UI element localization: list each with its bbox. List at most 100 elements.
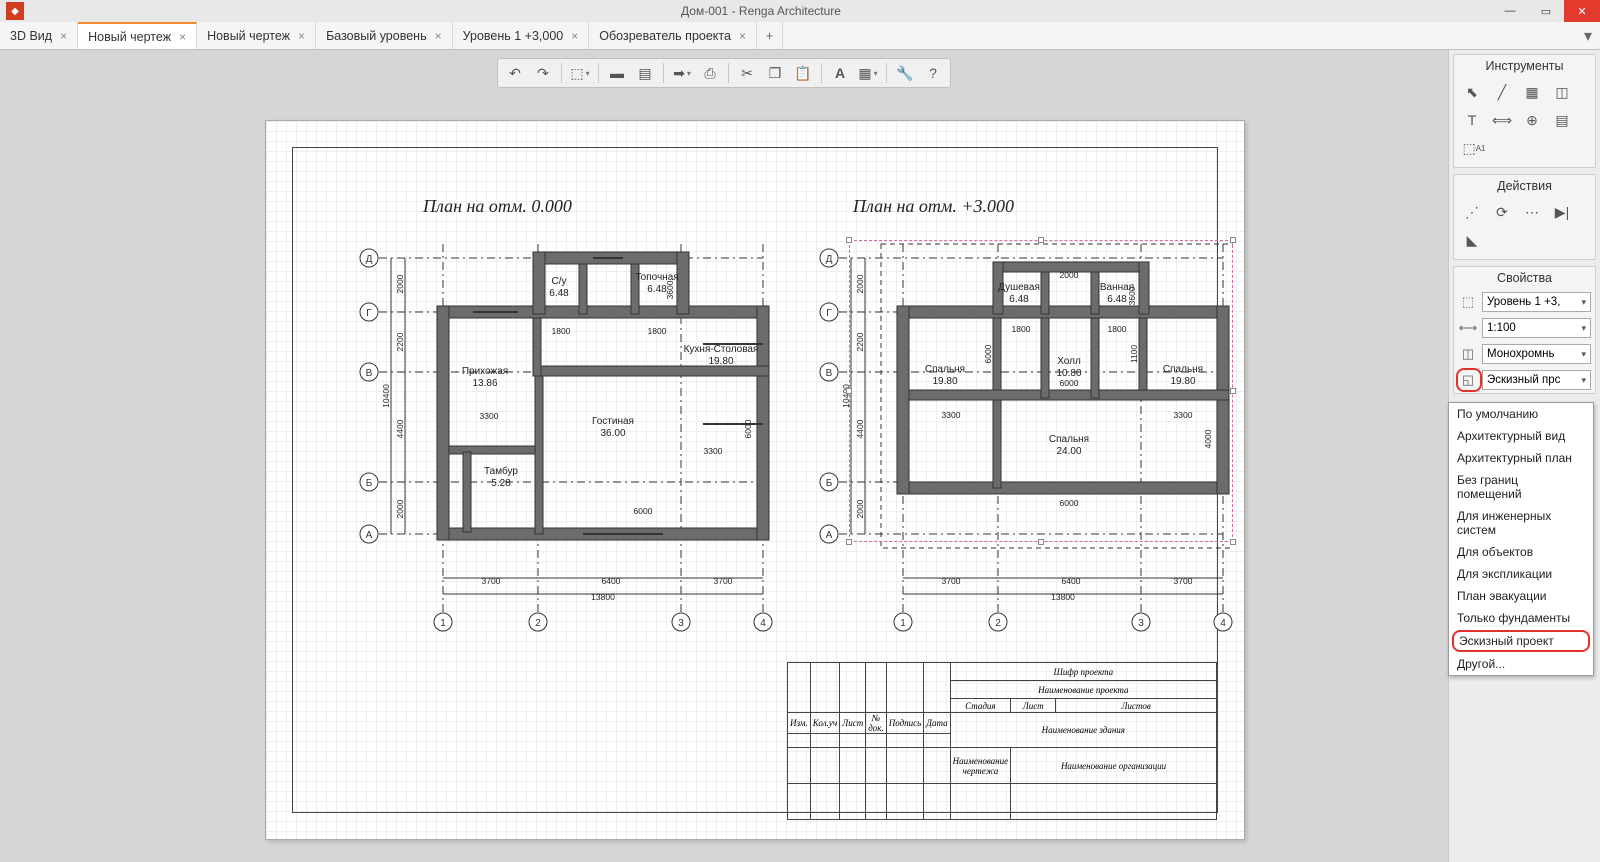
svg-text:3: 3 <box>678 618 684 629</box>
view-tool-button[interactable]: ⬚A1 <box>1458 135 1490 161</box>
svg-text:36.00: 36.00 <box>600 428 625 439</box>
filter-option[interactable]: План эвакуации <box>1449 585 1593 607</box>
tab-project-browser[interactable]: Обозреватель проекта× <box>589 22 757 49</box>
svg-text:Тамбур: Тамбур <box>484 465 518 477</box>
svg-text:3300: 3300 <box>704 446 723 456</box>
minimize-button[interactable]: — <box>1492 0 1528 22</box>
panel-actions-title: Действия <box>1454 175 1595 197</box>
filter-option[interactable]: Только фундаменты <box>1449 607 1593 629</box>
svg-text:1: 1 <box>440 618 446 629</box>
help-button[interactable]: ? <box>920 61 946 85</box>
maximize-button[interactable]: ▭ <box>1528 0 1564 22</box>
selection-handle[interactable] <box>1038 539 1044 545</box>
sheet-frame: План на отм. 0.000 План на отм. +3.000 Д… <box>292 147 1218 813</box>
svg-text:3300: 3300 <box>480 411 499 421</box>
move-action-button[interactable]: ⋰ <box>1458 199 1486 225</box>
tab-close-icon[interactable]: × <box>571 29 578 43</box>
tab-add-button[interactable]: + <box>757 22 783 49</box>
project-button[interactable]: ⬚▾ <box>567 61 593 85</box>
svg-text:6000: 6000 <box>634 506 653 516</box>
styles-button[interactable]: ▦▾ <box>855 61 881 85</box>
floor-plan-1[interactable]: Д Г В Б А <box>333 224 773 644</box>
selection-handle[interactable] <box>1230 237 1236 243</box>
tab-new-drawing-1[interactable]: Новый чертеж× <box>78 22 197 49</box>
tab-overflow-button[interactable]: ▾ <box>1576 22 1600 49</box>
region-tool-button[interactable]: ◫ <box>1548 79 1576 105</box>
tab-close-icon[interactable]: × <box>435 29 442 43</box>
rotate-action-button[interactable]: ⟳ <box>1488 199 1516 225</box>
tab-close-icon[interactable]: × <box>179 30 186 44</box>
tab-base-level[interactable]: Базовый уровень× <box>316 22 453 49</box>
export-button[interactable]: ➡▾ <box>669 61 695 85</box>
tab-level-1[interactable]: Уровень 1 +3,000× <box>453 22 590 49</box>
drawing-canvas[interactable]: ↶ ↷ ⬚▾ ▬ ▤ ➡▾ ⎙ ✂ ❐ 📋 A ▦▾ 🔧 ? План на о… <box>0 50 1448 862</box>
svg-text:1800: 1800 <box>552 326 571 336</box>
mirror-action-button[interactable]: ▶| <box>1548 199 1576 225</box>
main-toolbar: ↶ ↷ ⬚▾ ▬ ▤ ➡▾ ⎙ ✂ ❐ 📋 A ▦▾ 🔧 ? <box>497 58 951 88</box>
array-action-button[interactable]: ⋯ <box>1518 199 1546 225</box>
save-button[interactable]: ▤ <box>632 61 658 85</box>
tab-strip: 3D Вид× Новый чертеж× Новый чертеж× Базо… <box>0 22 1600 50</box>
copy-button[interactable]: ❐ <box>762 61 788 85</box>
window-title: Дом-001 - Renga Architecture <box>30 4 1492 18</box>
text-tool-button[interactable]: T <box>1458 107 1486 133</box>
selection-handle[interactable] <box>846 237 852 243</box>
selection-handle[interactable] <box>1038 237 1044 243</box>
filter-option[interactable]: Без границ помещений <box>1449 469 1593 505</box>
svg-text:5.28: 5.28 <box>491 478 511 489</box>
filter-option[interactable]: Для экспликации <box>1449 563 1593 585</box>
drawing-sheet[interactable]: План на отм. 0.000 План на отм. +3.000 Д… <box>265 120 1245 840</box>
filter-option[interactable]: По умолчанию <box>1449 403 1593 425</box>
hatch-tool-button[interactable]: ▦ <box>1518 79 1546 105</box>
svg-text:6.48: 6.48 <box>549 288 569 299</box>
print-button[interactable]: ⎙ <box>697 61 723 85</box>
selection-rect[interactable] <box>849 240 1233 542</box>
filter-select[interactable]: Эскизный прс▾ <box>1482 370 1591 390</box>
level-select[interactable]: Уровень 1 +3,▾ <box>1482 292 1591 312</box>
close-button[interactable]: ✕ <box>1564 0 1600 22</box>
filter-option[interactable]: Архитектурный план <box>1449 447 1593 469</box>
selection-handle[interactable] <box>846 388 852 394</box>
svg-text:2: 2 <box>535 618 541 629</box>
filter-option[interactable]: Эскизный проект <box>1452 630 1590 652</box>
select-tool-button[interactable]: ⬉ <box>1458 79 1486 105</box>
redo-button[interactable]: ↷ <box>530 61 556 85</box>
table-tool-button[interactable]: ▤ <box>1548 107 1576 133</box>
selection-handle[interactable] <box>846 539 852 545</box>
filter-dropdown-list[interactable]: По умолчаниюАрхитектурный видАрхитектурн… <box>1448 402 1594 676</box>
axis-tool-button[interactable]: ⊕ <box>1518 107 1546 133</box>
open-button[interactable]: ▬ <box>604 61 630 85</box>
dimension-tool-button[interactable]: ⟺ <box>1488 107 1516 133</box>
tab-3d-view[interactable]: 3D Вид× <box>0 22 78 49</box>
svg-text:2000: 2000 <box>395 274 405 293</box>
svg-text:Д: Д <box>826 254 833 265</box>
app-icon: ◆ <box>6 2 24 20</box>
scale-select[interactable]: 1:100▾ <box>1482 318 1591 338</box>
tab-close-icon[interactable]: × <box>739 29 746 43</box>
svg-text:4: 4 <box>760 618 766 629</box>
tab-close-icon[interactable]: × <box>60 29 67 43</box>
style-select[interactable]: Монохромнь▾ <box>1482 344 1591 364</box>
svg-text:В: В <box>366 368 373 379</box>
settings-button[interactable]: 🔧 <box>892 61 918 85</box>
svg-text:1: 1 <box>900 618 906 629</box>
cut-button[interactable]: ✂ <box>734 61 760 85</box>
undo-button[interactable]: ↶ <box>502 61 528 85</box>
filter-option[interactable]: Для объектов <box>1449 541 1593 563</box>
svg-text:4400: 4400 <box>395 419 405 438</box>
tab-close-icon[interactable]: × <box>298 29 305 43</box>
text-style-button[interactable]: A <box>827 61 853 85</box>
filter-option[interactable]: Другой... <box>1449 653 1593 675</box>
svg-text:В: В <box>826 368 833 379</box>
filter-option[interactable]: Архитектурный вид <box>1449 425 1593 447</box>
selection-handle[interactable] <box>1230 388 1236 394</box>
tab-new-drawing-2[interactable]: Новый чертеж× <box>197 22 316 49</box>
filter-option[interactable]: Для инженерных систем <box>1449 505 1593 541</box>
selection-handle[interactable] <box>1230 539 1236 545</box>
svg-text:3: 3 <box>1138 618 1144 629</box>
paste-button[interactable]: 📋 <box>790 61 816 85</box>
svg-text:С/у: С/у <box>552 276 567 287</box>
svg-text:13.86: 13.86 <box>472 378 497 389</box>
line-tool-button[interactable]: ╱ <box>1488 79 1516 105</box>
trim-action-button[interactable]: ◣ <box>1458 227 1486 253</box>
